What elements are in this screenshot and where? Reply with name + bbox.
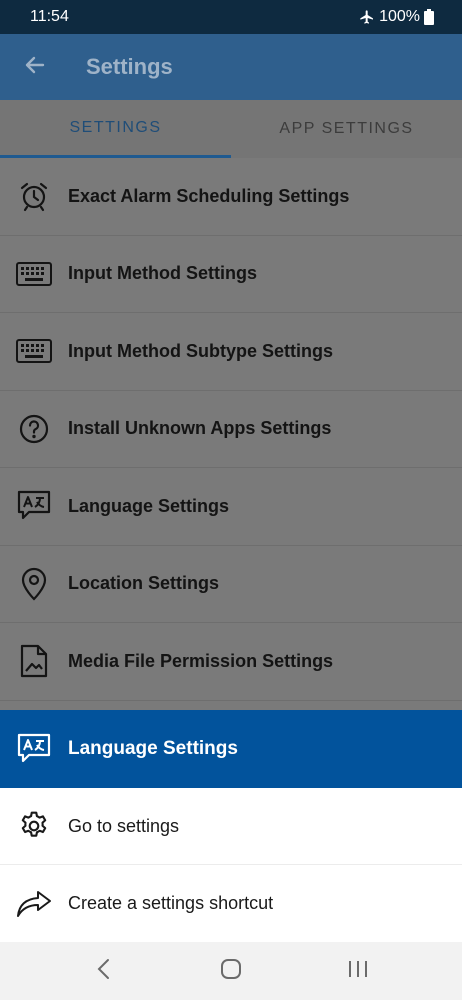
page-title: Settings <box>86 54 173 79</box>
list-item[interactable]: Language Settings <box>0 468 462 546</box>
home-icon <box>220 958 242 985</box>
status-bar: 11:54 100% <box>0 0 462 34</box>
create-shortcut-label: Create a settings shortcut <box>68 893 274 913</box>
alarm-clock-icon <box>0 158 68 235</box>
list-item-label: Exact Alarm Scheduling Settings <box>68 185 350 206</box>
tab-settings[interactable]: SETTINGS <box>0 100 231 158</box>
create-shortcut-button[interactable]: Create a settings shortcut <box>0 865 462 942</box>
recents-icon <box>347 959 369 984</box>
settings-list: Exact Alarm Scheduling Settings Input Me… <box>0 158 462 710</box>
list-item-label: Location Settings <box>68 573 220 594</box>
keyboard-icon <box>0 313 68 390</box>
go-to-settings-label: Go to settings <box>68 815 180 836</box>
question-circle-icon <box>0 390 68 467</box>
keyboard-icon <box>0 235 68 312</box>
battery-icon <box>424 9 434 25</box>
status-icons: 100% <box>359 8 434 26</box>
sheet-title: Language Settings <box>68 738 238 759</box>
back-chevron-icon <box>96 958 112 985</box>
translate-icon <box>0 468 68 545</box>
translate-icon <box>0 710 68 788</box>
list-item-label: Language Settings <box>68 495 230 516</box>
list-item-label: Input Method Settings <box>68 263 257 284</box>
back-button[interactable] <box>0 34 70 100</box>
bottom-sheet: Language Settings Go to settings Create … <box>0 710 462 942</box>
list-item[interactable]: Media File Permission Settings <box>0 623 462 701</box>
location-pin-icon <box>0 545 68 622</box>
navigation-bar <box>0 942 462 1000</box>
list-item-label: Install Unknown Apps Settings <box>68 418 332 439</box>
list-item[interactable]: Input Method Settings <box>0 235 462 313</box>
arrow-left-icon <box>23 53 47 82</box>
list-item-label: Input Method Subtype Settings <box>68 340 333 361</box>
airplane-icon <box>359 9 375 25</box>
list-item[interactable]: Location Settings <box>0 545 462 623</box>
go-to-settings-button[interactable]: Go to settings <box>0 788 462 865</box>
sheet-header: Language Settings <box>0 710 462 788</box>
app-bar: Settings <box>0 34 462 100</box>
tab-bar: SETTINGS APP SETTINGS <box>0 100 462 158</box>
image-file-icon <box>0 623 68 700</box>
nav-home-button[interactable] <box>201 946 261 996</box>
nav-recents-button[interactable] <box>328 946 388 996</box>
list-item-label: Media File Permission Settings <box>68 650 334 671</box>
tab-app-settings[interactable]: APP SETTINGS <box>231 100 462 158</box>
gear-icon <box>0 788 68 865</box>
list-item[interactable]: Input Method Subtype Settings <box>0 313 462 391</box>
battery-level: 100% <box>379 8 420 25</box>
share-arrow-icon <box>0 865 68 942</box>
list-item[interactable]: Install Unknown Apps Settings <box>0 390 462 468</box>
nav-back-button[interactable] <box>74 946 134 996</box>
list-item[interactable]: Exact Alarm Scheduling Settings <box>0 158 462 236</box>
status-time: 11:54 <box>30 8 69 25</box>
